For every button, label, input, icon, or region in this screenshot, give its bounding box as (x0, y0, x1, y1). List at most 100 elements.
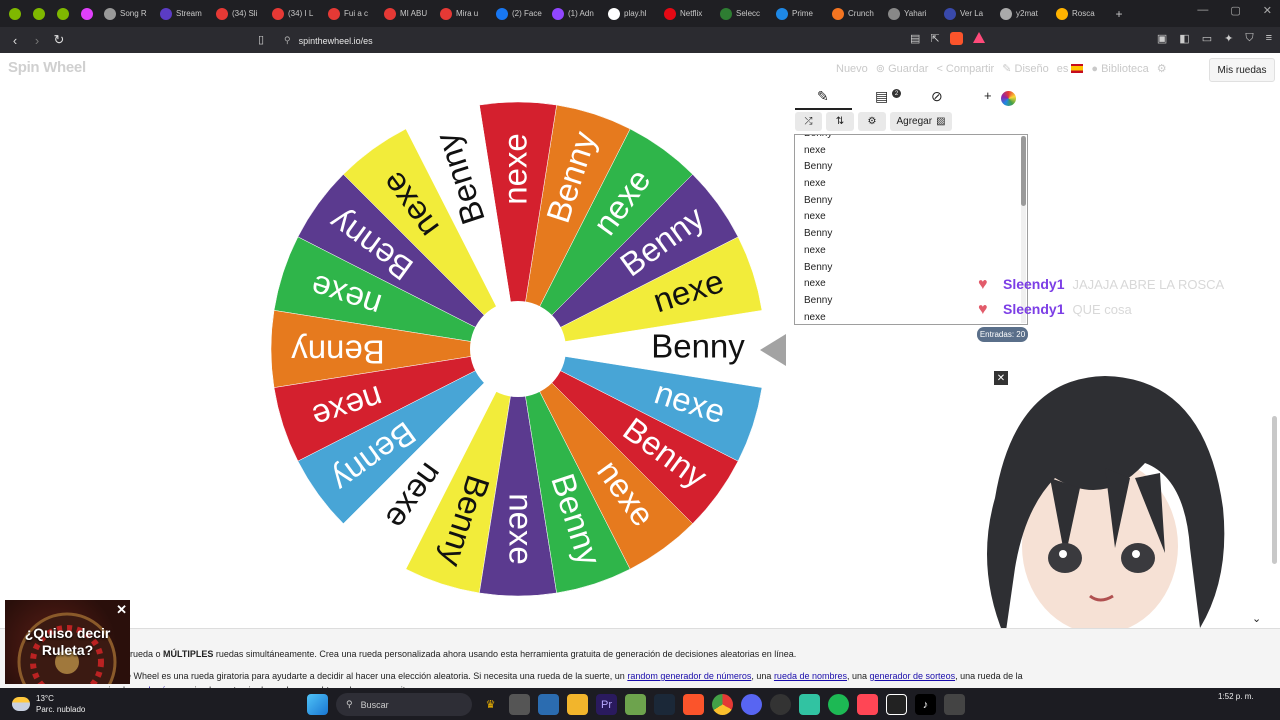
clipboard-icon[interactable]: ▤ (875, 88, 888, 105)
settings-icon[interactable]: ⚙ (1157, 62, 1167, 75)
entry-line[interactable]: nexe (795, 209, 1027, 226)
entry-settings-button[interactable]: ⚙ (858, 112, 886, 131)
weather-widget[interactable]: 13°C Parc. nublado (12, 693, 85, 715)
menu-design[interactable]: ✎ Diseño (1002, 62, 1049, 75)
game-icon[interactable] (625, 694, 646, 715)
bookmark-icon[interactable]: ▯ (258, 33, 264, 46)
capcut-icon[interactable] (886, 694, 907, 715)
back-icon[interactable]: ‹ (4, 33, 26, 48)
browser-tab[interactable]: (34) I L (268, 3, 322, 25)
minimize-icon[interactable]: — (1197, 4, 1208, 17)
browser-tab[interactable]: Rosca (1052, 3, 1106, 25)
browser-tab[interactable]: Ver La (940, 3, 994, 25)
raffle-generator-link[interactable]: generador de sorteos (870, 671, 956, 681)
menu-icon[interactable]: ≡ (1266, 32, 1272, 45)
entry-line[interactable]: Benny (795, 260, 1027, 277)
taskbar-search[interactable]: ⚲ Buscar (336, 693, 472, 716)
entry-line[interactable]: Benny (795, 159, 1027, 176)
vpn-icon[interactable]: ⛉ (1245, 32, 1253, 45)
streamlabs-icon[interactable] (799, 694, 820, 715)
browser-tab[interactable]: (2) Face (492, 3, 546, 25)
name-wheel-link[interactable]: rueda de nombres (774, 671, 847, 681)
share-icon[interactable]: ⇱ (930, 32, 939, 45)
random-number-link[interactable]: random generador de números (627, 671, 751, 681)
browser-tab[interactable] (76, 3, 98, 25)
browser-tab[interactable]: play.hl (604, 3, 658, 25)
entries-textarea[interactable]: BennynexeBennynexeBennynexeBennynexeBenn… (794, 134, 1028, 325)
entry-line[interactable]: nexe (795, 176, 1027, 193)
entry-line[interactable]: nexe (795, 143, 1027, 160)
file-explorer-icon[interactable] (567, 694, 588, 715)
browser-tab[interactable] (52, 3, 74, 25)
chat-app-icon[interactable] (944, 694, 965, 715)
browser-tab[interactable]: (34) Sli (212, 3, 266, 25)
page-scrollbar[interactable] (1272, 416, 1277, 564)
site-logo[interactable]: Spin Wheel (8, 59, 86, 76)
wheel-center-hub[interactable] (470, 301, 566, 397)
premiere-icon[interactable]: Pr (596, 694, 617, 715)
browser-tab[interactable]: Netflix (660, 3, 714, 25)
brave-shield-icon[interactable] (949, 32, 963, 45)
windows-start-icon[interactable] (307, 694, 328, 715)
sort-button[interactable]: ⇅ (826, 112, 854, 131)
obs-icon[interactable] (770, 694, 791, 715)
ad-close-icon[interactable]: ✕ (116, 602, 127, 618)
shuffle-button[interactable]: ⤮ (795, 112, 822, 131)
entry-line[interactable]: Benny (795, 193, 1027, 210)
menu-share[interactable]: < Compartir (936, 63, 994, 75)
task-view-icon[interactable] (509, 694, 530, 715)
browser-tab[interactable]: Fui a c (324, 3, 378, 25)
entry-line[interactable]: Benny (795, 226, 1027, 243)
entry-line[interactable]: Benny (795, 135, 1027, 143)
browser-tab[interactable]: Crunch (828, 3, 882, 25)
add-image-button[interactable]: Agregar ▨ (890, 112, 952, 131)
hide-eye-icon[interactable]: ⊘ (931, 88, 943, 105)
browser-tab[interactable]: Selecc (716, 3, 770, 25)
maximize-icon[interactable]: ▢ (1230, 4, 1240, 17)
browser-tab[interactable]: y2mat (996, 3, 1050, 25)
menu-save[interactable]: ⊚ Guardar (876, 62, 929, 75)
close-icon[interactable]: ✕ (1263, 4, 1272, 17)
spotify-icon[interactable] (828, 694, 849, 715)
wheel-graphic[interactable]: BennynexeBennynexeBennynexeBennynexeBenn… (270, 101, 766, 597)
discord-icon[interactable] (741, 694, 762, 715)
tiktok-icon[interactable]: ♪ (915, 694, 936, 715)
store-icon[interactable] (538, 694, 559, 715)
chevron-down-icon[interactable]: ⌄ (1252, 612, 1261, 625)
site-info-icon[interactable]: ⚲ (284, 35, 291, 46)
entries-scrollbar-thumb[interactable] (1021, 136, 1026, 206)
forward-icon[interactable]: › (26, 33, 48, 48)
spin-wheel[interactable]: Benny nexe Benny nexe Benny nexe Benny nexe Benn… (270, 101, 766, 597)
browser-tab[interactable]: Yahari (884, 3, 938, 25)
menu-language[interactable]: es (1057, 63, 1084, 75)
extensions-icon[interactable]: ▣ (1157, 32, 1167, 45)
reload-icon[interactable]: ↻ (48, 32, 70, 48)
rewards-icon[interactable] (972, 32, 985, 43)
menu-library[interactable]: ● Biblioteca (1091, 63, 1148, 75)
brave-icon[interactable] (683, 694, 704, 715)
browser-tab[interactable]: Song R (100, 3, 154, 25)
wallet-icon[interactable]: ▭ (1202, 32, 1212, 45)
browser-tab[interactable]: (1) Adn (548, 3, 602, 25)
entry-line[interactable]: nexe (795, 243, 1027, 260)
browser-tab[interactable]: Prime (772, 3, 826, 25)
sidebar-icon[interactable]: ◧ (1179, 32, 1189, 45)
steam-icon[interactable] (654, 694, 675, 715)
roulette-ad[interactable]: ¿Quiso decir Ruleta? ✕ (5, 600, 130, 684)
my-wheels-button[interactable]: Mis ruedas (1209, 58, 1275, 82)
new-tab-button[interactable]: + (1108, 3, 1130, 25)
leo-icon[interactable]: ✦ (1224, 32, 1233, 45)
valorant-icon[interactable] (857, 694, 878, 715)
chrome-icon[interactable] (712, 694, 733, 715)
reader-icon[interactable]: ▤ (910, 32, 920, 45)
browser-tab[interactable]: Stream (156, 3, 210, 25)
color-wheel-icon[interactable] (1001, 91, 1016, 106)
add-wheel-icon[interactable]: + (984, 88, 992, 103)
browser-tab[interactable]: MI ABU (380, 3, 434, 25)
crown-app-icon[interactable]: ♛ (480, 694, 501, 715)
edit-pencil-icon[interactable]: ✎ (817, 88, 829, 105)
browser-tab[interactable]: Mira u (436, 3, 490, 25)
browser-tab[interactable] (4, 3, 26, 25)
menu-new[interactable]: Nuevo (836, 63, 868, 75)
browser-tab[interactable] (28, 3, 50, 25)
